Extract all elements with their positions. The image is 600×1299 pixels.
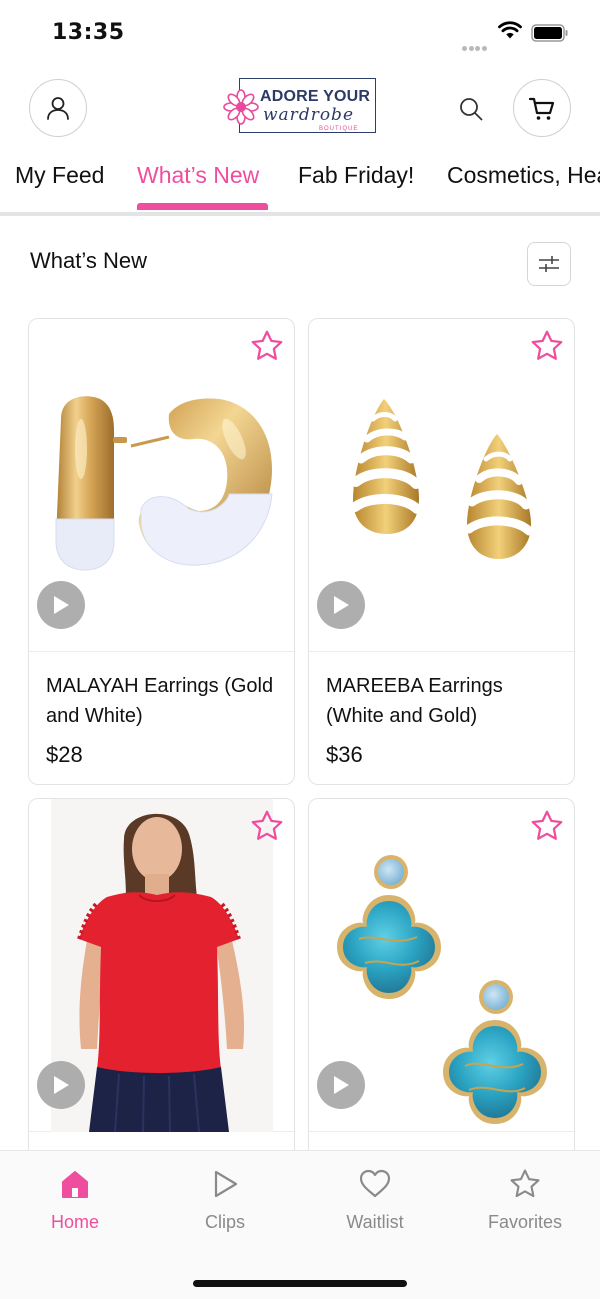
cart-button[interactable] bbox=[513, 79, 571, 137]
logo-text-script: wardrobe bbox=[263, 105, 354, 125]
search-icon bbox=[460, 98, 483, 121]
favorite-star-icon[interactable] bbox=[529, 328, 565, 364]
favorite-star-icon[interactable] bbox=[249, 328, 285, 364]
play-video-button[interactable] bbox=[317, 581, 365, 629]
product-image[interactable] bbox=[29, 319, 294, 652]
nav-favorites-label: Favorites bbox=[487, 1212, 563, 1232]
product-card[interactable]: MAREEBA Earrings (White and Gold) $36 bbox=[308, 318, 575, 785]
play-video-button[interactable] bbox=[37, 581, 85, 629]
app-header: ADORE YOUR wardrobe BOUTIQUE bbox=[0, 66, 600, 156]
tabs-divider bbox=[0, 212, 600, 216]
section-title: What’s New bbox=[30, 248, 147, 273]
nav-waitlist[interactable]: Waitlist bbox=[300, 1167, 450, 1233]
wifi-icon bbox=[498, 21, 522, 39]
product-name[interactable]: MALAYAH Earrings (Gold and White) bbox=[46, 671, 286, 731]
product-card[interactable] bbox=[308, 798, 575, 1198]
favorite-star-icon[interactable] bbox=[249, 808, 285, 844]
active-tab-indicator bbox=[137, 203, 268, 210]
nav-home[interactable]: Home bbox=[0, 1167, 150, 1233]
star-icon bbox=[510, 1169, 540, 1198]
user-icon bbox=[47, 97, 69, 120]
cart-icon bbox=[528, 97, 555, 120]
play-icon bbox=[334, 1076, 349, 1094]
favorite-star-icon[interactable] bbox=[529, 808, 565, 844]
nav-clips-label: Clips bbox=[204, 1212, 245, 1232]
product-image[interactable] bbox=[309, 319, 574, 652]
product-image[interactable] bbox=[309, 799, 574, 1132]
nav-home-label: Home bbox=[50, 1212, 99, 1232]
play-icon bbox=[54, 1076, 69, 1094]
status-time: 13:35 bbox=[52, 20, 125, 45]
play-video-button[interactable] bbox=[317, 1061, 365, 1109]
product-card[interactable] bbox=[28, 798, 295, 1198]
nav-waitlist-label: Waitlist bbox=[346, 1212, 404, 1232]
play-video-button[interactable] bbox=[37, 1061, 85, 1109]
brand-logo[interactable]: ADORE YOUR wardrobe BOUTIQUE bbox=[223, 77, 377, 135]
bottom-navigation: Home Clips Waitlist Favorites bbox=[0, 1150, 600, 1299]
home-indicator[interactable] bbox=[193, 1280, 407, 1287]
home-icon bbox=[62, 1171, 88, 1198]
search-button[interactable] bbox=[452, 90, 490, 128]
account-button[interactable] bbox=[29, 79, 87, 137]
nav-favorites[interactable]: Favorites bbox=[450, 1167, 600, 1233]
filter-button[interactable] bbox=[527, 242, 571, 286]
tab-my-feed[interactable]: My Feed bbox=[15, 162, 104, 189]
tab-cosmetics[interactable]: Cosmetics, Hea bbox=[447, 162, 600, 189]
play-outline-icon bbox=[214, 1170, 238, 1198]
tab-fab-friday[interactable]: Fab Friday! bbox=[298, 162, 414, 189]
play-icon bbox=[334, 596, 349, 614]
product-price: $28 bbox=[46, 742, 83, 767]
logo-text-top: ADORE YOUR bbox=[260, 88, 371, 105]
battery-icon bbox=[531, 24, 568, 42]
logo-text-boutique: BOUTIQUE bbox=[317, 126, 361, 132]
sliders-icon bbox=[539, 256, 559, 272]
category-tabs: My Feed What’s New Fab Friday! Cosmetics… bbox=[0, 156, 600, 216]
product-image[interactable] bbox=[29, 799, 294, 1133]
product-name[interactable]: MAREEBA Earrings (White and Gold) bbox=[326, 671, 566, 731]
tab-whats-new[interactable]: What’s New bbox=[137, 162, 259, 189]
status-bar: 13:35 bbox=[0, 0, 600, 66]
nav-clips[interactable]: Clips bbox=[150, 1167, 300, 1233]
heart-icon bbox=[359, 1169, 391, 1198]
product-card[interactable]: MALAYAH Earrings (Gold and White) $28 bbox=[28, 318, 295, 785]
signal-icon bbox=[462, 36, 490, 51]
product-price: $36 bbox=[326, 742, 363, 767]
play-icon bbox=[54, 596, 69, 614]
flower-logo-icon bbox=[223, 89, 259, 125]
